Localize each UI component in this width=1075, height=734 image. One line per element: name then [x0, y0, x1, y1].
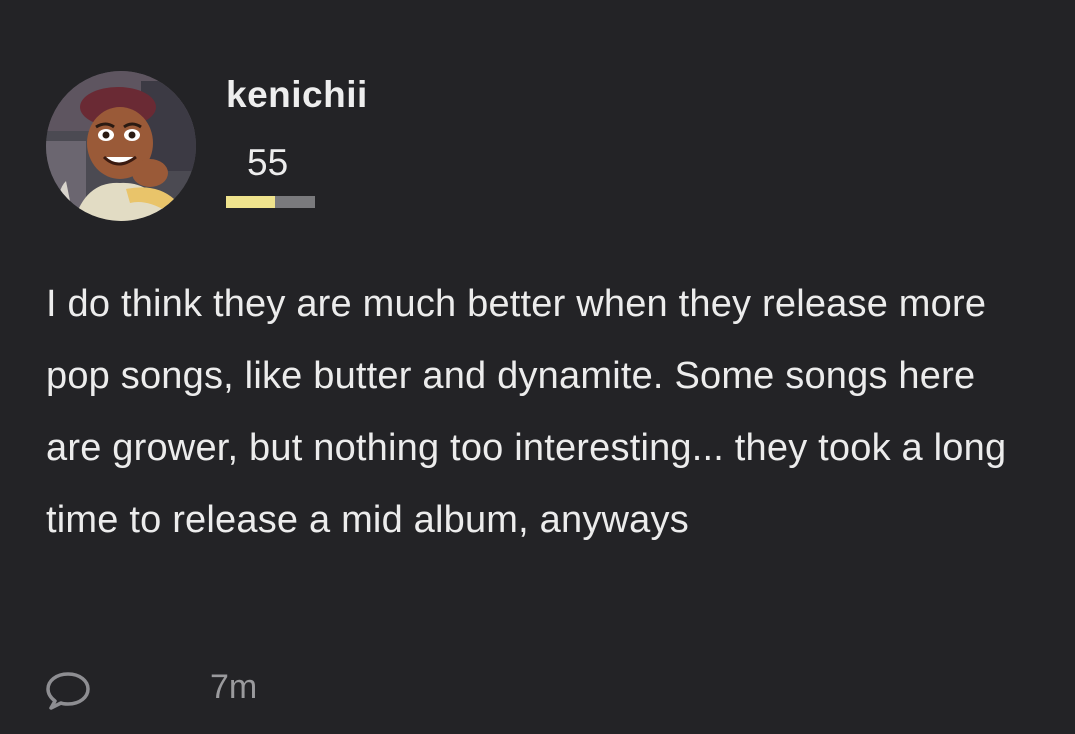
user-score: 55: [247, 142, 289, 183]
avatar[interactable]: [46, 71, 196, 221]
score-bar: [226, 196, 315, 208]
time-ago: 7m: [210, 668, 258, 706]
comment-button[interactable]: [44, 669, 92, 711]
post-text: I do think they are much better when the…: [46, 283, 1007, 541]
score-bar-fill: [226, 196, 275, 208]
username[interactable]: kenichii: [226, 74, 368, 116]
speech-bubble-icon: [46, 672, 90, 710]
avatar-illustration: [46, 71, 196, 221]
review-post: kenichii 55 I do think they are much bet…: [0, 0, 1075, 734]
